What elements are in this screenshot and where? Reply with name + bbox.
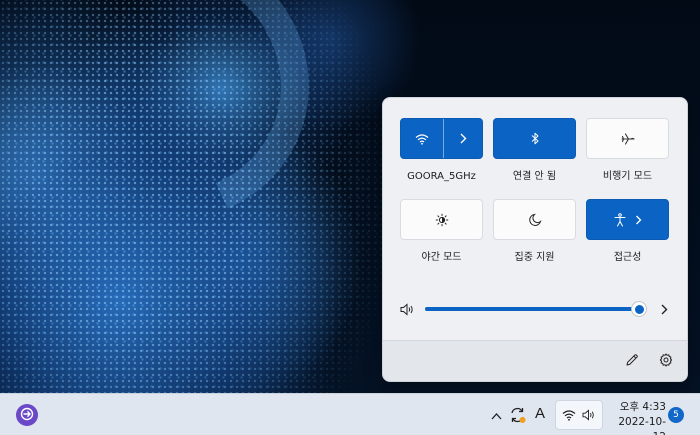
volume-slider[interactable] <box>425 301 647 317</box>
app-arrow-icon <box>20 406 34 425</box>
edit-quick-settings-button[interactable] <box>624 353 640 369</box>
show-hidden-icons-button[interactable] <box>489 407 503 421</box>
tile-label-bluetooth: 연결 안 됨 <box>512 171 557 182</box>
network-volume-tray-button[interactable] <box>555 400 603 430</box>
settings-button[interactable] <box>658 353 674 369</box>
notification-count-badge[interactable]: 5 <box>668 407 684 423</box>
wifi-expand-button[interactable] <box>444 119 482 158</box>
tile-label-accessibility: 접근성 <box>613 252 642 263</box>
volume-output-button[interactable] <box>657 301 671 317</box>
chevron-right-icon <box>635 215 641 224</box>
tile-wifi: GOORA_5GHz <box>400 118 483 187</box>
tile-focus-assist: 집중 지원 <box>493 199 576 268</box>
bluetooth-tile-button[interactable] <box>493 118 576 159</box>
sync-icon <box>508 407 528 429</box>
taskbar-clock[interactable]: 오후 4:33 2022-10-12 <box>606 398 666 435</box>
tile-label-focus-assist: 집중 지원 <box>514 252 555 263</box>
volume-slider-thumb[interactable] <box>631 301 647 317</box>
moon-icon <box>528 213 542 227</box>
chevron-up-icon <box>491 405 502 424</box>
accessibility-tile-button[interactable] <box>586 199 669 240</box>
airplane-tile-button[interactable] <box>586 118 669 159</box>
clock-date: 2022-10-12 <box>618 416 666 435</box>
brightness-icon <box>435 213 449 227</box>
tile-bluetooth: 연결 안 됨 <box>493 118 576 187</box>
chevron-right-icon <box>660 300 668 319</box>
wallpaper-swirl <box>0 0 349 263</box>
clock-time: 오후 4:33 <box>619 401 666 413</box>
pencil-icon <box>625 352 639 371</box>
input-method-indicator[interactable]: A <box>532 403 548 425</box>
chevron-right-icon <box>459 133 467 144</box>
focus-assist-tile-button[interactable] <box>493 199 576 240</box>
wifi-icon <box>562 406 576 425</box>
accessibility-icon <box>614 212 642 227</box>
bluetooth-icon <box>530 132 540 145</box>
tile-accessibility: 접근성 <box>586 199 669 268</box>
wifi-toggle[interactable] <box>401 119 443 158</box>
speaker-icon[interactable] <box>399 301 415 317</box>
tile-label-airplane: 비행기 모드 <box>602 171 653 182</box>
night-light-tile-button[interactable] <box>400 199 483 240</box>
airplane-icon <box>620 132 635 146</box>
flyout-footer <box>383 340 687 381</box>
sync-tray-button[interactable] <box>508 405 528 425</box>
gear-icon <box>659 352 673 371</box>
tile-label-night-light: 야간 모드 <box>421 252 462 263</box>
taskbar-app-button[interactable] <box>16 404 38 426</box>
quick-settings-tiles: GOORA_5GHz 연결 안 됨 비행기 모드 야간 모드 집중 지원 접근성 <box>400 118 670 268</box>
tile-night-light: 야간 모드 <box>400 199 483 268</box>
tile-airplane: 비행기 모드 <box>586 118 669 187</box>
wifi-icon <box>415 133 429 145</box>
volume-slider-fill <box>425 307 639 311</box>
volume-row <box>399 298 675 320</box>
taskbar: A 오후 4:33 2022-10-12 5 <box>0 393 700 435</box>
quick-settings-flyout: GOORA_5GHz 연결 안 됨 비행기 모드 야간 모드 집중 지원 접근성 <box>382 97 688 382</box>
wifi-tile-button[interactable] <box>400 118 483 159</box>
tile-label-wifi: GOORA_5GHz <box>407 171 476 182</box>
speaker-icon <box>582 406 596 425</box>
